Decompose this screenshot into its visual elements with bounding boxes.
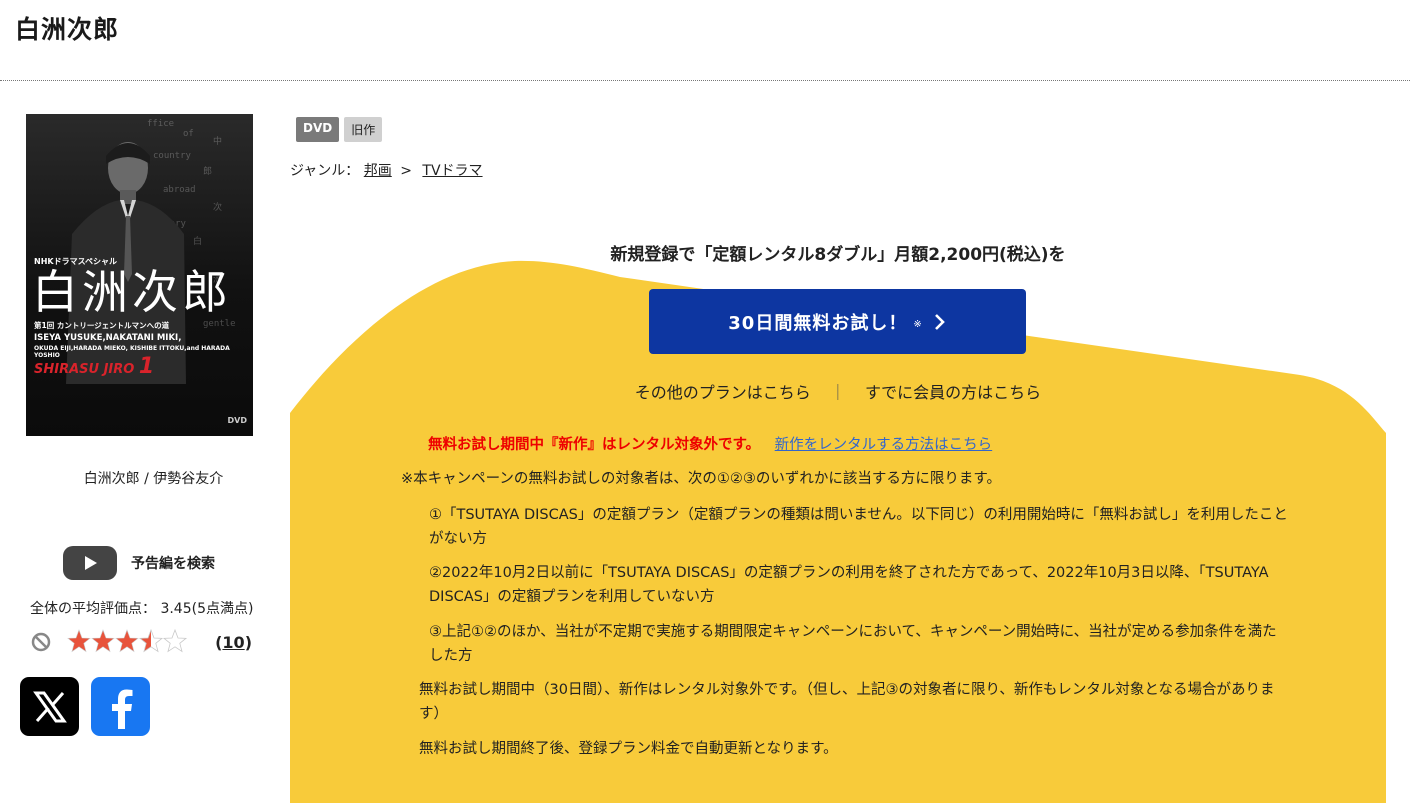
cover-roman-text: SHIRASU JIRO (34, 362, 135, 377)
free-trial-button[interactable]: 30日間無料お試し！ ※ (649, 289, 1026, 354)
cover-volume: 1 (138, 354, 155, 379)
cover-title: 白洲次郎 (32, 265, 232, 319)
cover-roman-title: SHIRASU JIRO 1 (34, 354, 154, 379)
trailer-label: 予告編を検索 (131, 556, 215, 572)
play-icon (63, 546, 117, 580)
svg-text:gentle: gentle (203, 319, 236, 329)
new-release-warning: 無料お試し期間中『新作』はレンタル対象外です。 新作をレンタルする方法はこちら (428, 433, 992, 454)
plan-links: その他のプランはこちら ｜ すでに会員の方はこちら (290, 379, 1386, 403)
free-trial-label: 30日間無料お試し！ (728, 312, 908, 334)
facebook-share-button[interactable] (91, 677, 150, 736)
other-plans-link[interactable]: その他のプランはこちら (635, 383, 811, 402)
star-half (139, 629, 163, 652)
eligibility-condition-1: ①「TSUTAYA DISCAS」の定額プラン（定額プランの種類は問いません。以… (429, 507, 1288, 547)
member-login-link[interactable]: すでに会員の方はこちら (865, 383, 1041, 402)
title-divider (0, 80, 1410, 81)
new-release-rental-link[interactable]: 新作をレンタルする方法はこちら (775, 437, 993, 453)
campaign-eligibility-intro: ※本キャンペーンの無料お試しの対象者は、次の①②③のいずれかに該当する方に限りま… (401, 471, 1001, 487)
review-count-link[interactable]: 10 (222, 633, 244, 652)
social-share (20, 677, 150, 736)
svg-text:ffice: ffice (147, 119, 174, 129)
svg-text:中: 中 (213, 135, 222, 147)
star-rating (67, 629, 187, 652)
dvd-cover-image[interactable]: fficeof中 country郎abroad 次history白 jiro洲l… (26, 114, 253, 436)
warning-text: 無料お試し期間中『新作』はレンタル対象外です。 (428, 437, 761, 453)
chevron-right-icon (934, 313, 945, 330)
star-full (115, 629, 139, 652)
svg-text:郎: 郎 (203, 165, 212, 177)
release-badge: 旧作 (344, 117, 383, 142)
trailer-search-button[interactable]: 予告編を検索 (63, 546, 215, 580)
page-title: 白洲次郎 (15, 15, 120, 44)
free-trial-note-mark: ※ (913, 319, 923, 330)
rating-row: (10) (30, 629, 260, 657)
star-empty (163, 629, 187, 652)
genre-breadcrumb: ジャンル： 邦画 > TVドラマ (290, 160, 483, 180)
eligibility-condition-3: ③上記①②のほか、当社が不定期で実施する期間限定キャンペーンにおいて、キャンペー… (429, 624, 1277, 664)
genre-link-primary[interactable]: 邦画 (364, 163, 392, 179)
eligibility-condition-2: ②2022年10月2日以前に「TSUTAYA DISCAS」の定額プランの利用を… (429, 565, 1269, 605)
credits: 白洲次郎 / 伊勢谷友介 (83, 471, 224, 487)
auto-renew-note: 無料お試し期間終了後、登録プラン料金で自動更新となります。 (419, 741, 838, 757)
genre-link-secondary[interactable]: TVドラマ (422, 163, 482, 179)
promo-headline: 新規登録で「定額レンタル8ダブル」月額2,200円(税込)を (610, 245, 1066, 265)
facebook-logo-icon (111, 689, 132, 729)
cover-cast: ISEYA YUSUKE,NAKATANI MIKI, (34, 333, 182, 343)
star-full (91, 629, 115, 652)
x-logo-icon (32, 691, 67, 722)
plan-links-divider: ｜ (829, 383, 846, 402)
x-share-button[interactable] (20, 677, 79, 736)
no-rating-icon[interactable] (30, 631, 52, 653)
cover-episode: 第1回 カントリージェントルマンへの道 (34, 321, 170, 330)
star-full (67, 629, 91, 652)
average-rating: 全体の平均評価点： 3.45(5点満点) (30, 601, 254, 617)
svg-text:次: 次 (213, 201, 222, 213)
badges: DVD 旧作 (296, 117, 383, 142)
svg-text:白: 白 (193, 235, 202, 247)
genre-separator: > (400, 163, 412, 179)
dvd-logo: DVD (227, 416, 247, 425)
review-count: (10) (215, 633, 252, 652)
genre-label: ジャンル： (290, 163, 360, 179)
trial-period-note: 無料お試し期間中（30日間）、新作はレンタル対象外です。（但し、上記③の対象者に… (419, 682, 1275, 722)
format-badge: DVD (296, 117, 340, 142)
